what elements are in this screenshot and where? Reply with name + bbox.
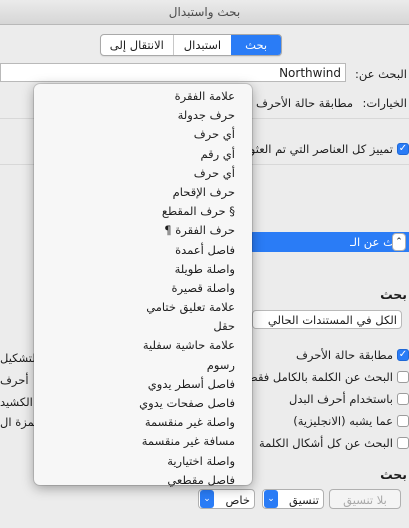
- whole-word-checkbox[interactable]: [397, 371, 409, 383]
- format-button[interactable]: تنسيق ⌄: [262, 489, 324, 509]
- chevron-down-icon: ⌄: [264, 490, 278, 508]
- highlight-all-checkbox[interactable]: ✓: [397, 143, 409, 155]
- menu-item-paragraph-character[interactable]: حرف الفقرة ¶: [34, 221, 235, 240]
- menu-item-endnote-mark[interactable]: علامة تعليق ختامي: [34, 298, 235, 317]
- menu-item-em-dash[interactable]: واصلة طويلة: [34, 260, 235, 279]
- format-button-label: تنسيق: [289, 493, 319, 507]
- menu-item-tab-character[interactable]: حرف جدولة: [34, 106, 235, 125]
- all-word-forms-checkbox[interactable]: [397, 437, 409, 449]
- search-label: البحث عن:: [354, 67, 407, 81]
- section-replace-heading: بحث: [380, 467, 407, 482]
- menu-item-any-letter[interactable]: أي حرف: [34, 164, 235, 183]
- menu-item-section-character[interactable]: § حرف المقطع: [34, 202, 235, 221]
- special-button[interactable]: خاص ⌄: [198, 489, 255, 509]
- sounds-like-label: عما يشبه (الانجليزية): [293, 414, 393, 428]
- right-check-label-3: الكشيد: [0, 395, 33, 409]
- tab-goto[interactable]: الانتقال إلى: [101, 35, 173, 55]
- menu-item-nonbreaking-hyphen[interactable]: واصلة غير منقسمة: [34, 413, 235, 432]
- sounds-like-checkbox[interactable]: [397, 415, 409, 427]
- menu-item-manual-page-break[interactable]: فاصل صفحات يدوي: [34, 394, 235, 413]
- options-label: الخيارات:: [362, 96, 407, 110]
- scope-dropdown[interactable]: الكل في المستندات الحالي: [252, 310, 402, 329]
- window-title: بحث واستبدال: [0, 0, 409, 25]
- find-in-button[interactable]: بحث عن الـ: [249, 232, 409, 252]
- wildcards-label: باستخدام أحرف البدل: [288, 392, 393, 406]
- menu-item-en-dash[interactable]: واصلة قصيرة: [34, 279, 235, 298]
- search-input[interactable]: Northwind: [0, 63, 346, 82]
- chevron-down-icon: ⌄: [200, 490, 214, 508]
- menu-item-any-digit[interactable]: أي رقم: [34, 145, 235, 164]
- menu-item-footnote-mark[interactable]: علامة حاشية سفلية: [34, 336, 235, 355]
- match-case-checkbox[interactable]: ✓: [397, 349, 409, 361]
- menu-item-optional-hyphen[interactable]: واصلة اختيارية: [34, 452, 235, 471]
- chevron-up-icon[interactable]: ⌃: [392, 233, 406, 251]
- wildcards-checkbox[interactable]: [397, 393, 409, 405]
- menu-item-any-character[interactable]: أي حرف: [34, 125, 235, 144]
- menu-item-section-break[interactable]: فاصل مقطعي: [34, 471, 235, 490]
- options-value: مطابقة حالة الأحرف: [256, 96, 354, 110]
- special-menu: علامة الفقرة حرف جدولة أي حرف أي رقم أي …: [34, 84, 252, 487]
- section-search-heading: بحث: [380, 287, 407, 302]
- menu-item-manual-line-break[interactable]: فاصل أسطر يدوي: [34, 375, 235, 394]
- tab-find[interactable]: بحث: [231, 35, 281, 55]
- all-word-forms-label: البحث عن كل أشكال الكلمة: [258, 436, 393, 450]
- tab-bar: بحث استبدال الانتقال إلى: [100, 34, 282, 56]
- menu-item-field[interactable]: حقل: [34, 317, 235, 336]
- right-check-label-2: أحرف: [0, 373, 29, 387]
- special-button-label: خاص: [225, 493, 250, 507]
- menu-item-column-break[interactable]: فاصل أعمدة: [34, 241, 235, 260]
- no-format-button[interactable]: بلا تنسيق: [329, 489, 401, 509]
- menu-item-paragraph-mark[interactable]: علامة الفقرة: [34, 87, 235, 106]
- match-case-label: مطابقة حالة الأحرف: [295, 348, 393, 362]
- highlight-all-label: تمييز كل العناصر التي تم العثور: [244, 142, 393, 156]
- menu-item-graphic[interactable]: رسوم: [34, 356, 235, 375]
- menu-item-caret-character[interactable]: حرف الإقحام: [34, 183, 235, 202]
- whole-word-label: البحث عن الكلمة بالكامل فقط: [247, 370, 393, 384]
- menu-item-nonbreaking-space[interactable]: مسافة غير منقسمة: [34, 432, 235, 451]
- tab-replace[interactable]: استبدال: [172, 35, 232, 55]
